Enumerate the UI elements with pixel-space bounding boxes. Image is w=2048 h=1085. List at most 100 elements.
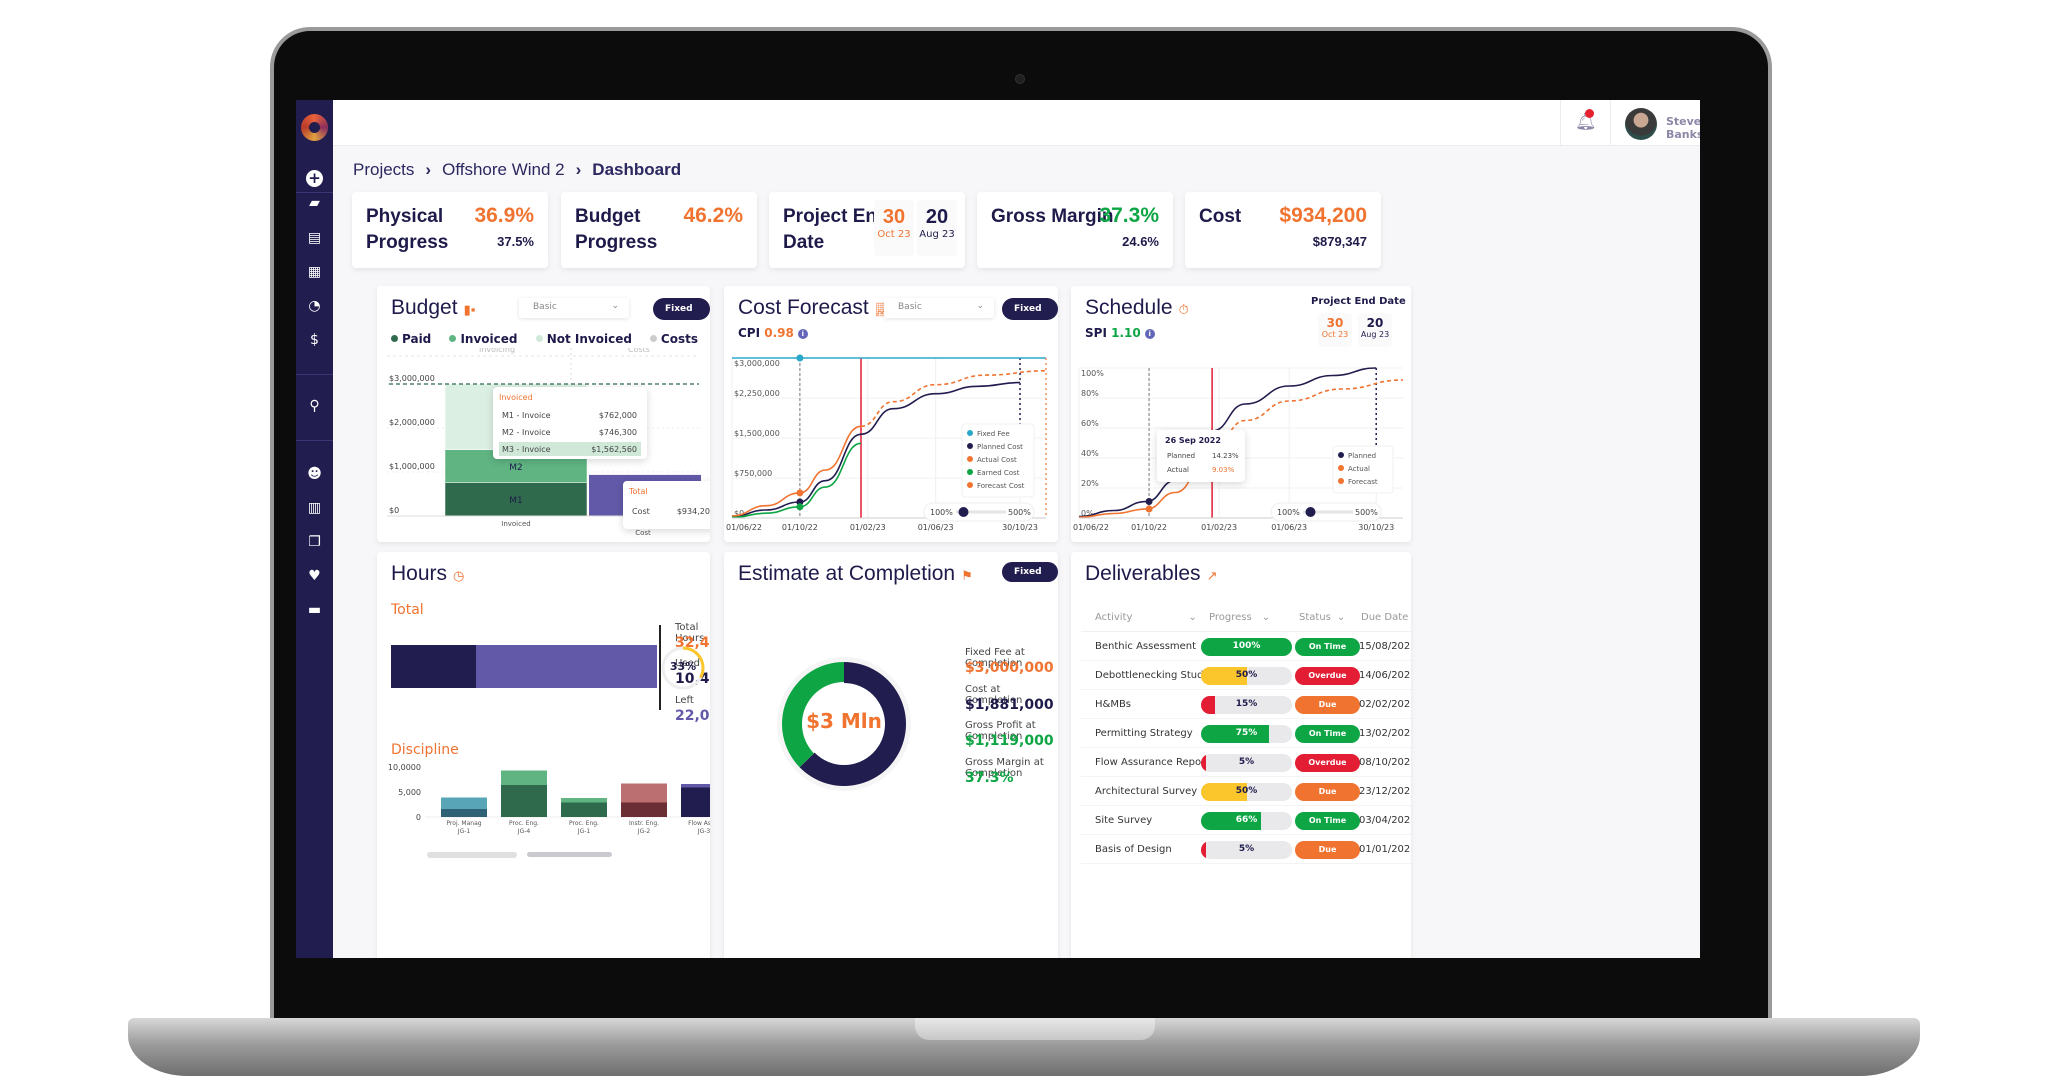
info-icon[interactable]: i (797, 329, 808, 339)
zoom-handle[interactable] (958, 507, 969, 517)
dropdown-value: Basic (898, 302, 922, 312)
eac-cost-value: $1,881,000 (965, 697, 1054, 713)
column-due-date[interactable]: Due Date⌄ (1361, 612, 1411, 623)
table-row[interactable]: Benthic Assessment 100% On Time 15/08/20… (1081, 632, 1411, 661)
table-row[interactable]: Architectural Survey 50% Due 23/12/2022 (1081, 777, 1411, 806)
status-badge: Overdue (1295, 754, 1360, 772)
zoom-handle[interactable] (1305, 507, 1316, 517)
x-tick-label: Invoiced (501, 520, 530, 528)
calendar-icon[interactable]: ▦ (306, 264, 323, 281)
y-tick-label: $1,000,000 (389, 462, 435, 471)
breadcrumb-project[interactable]: Offshore Wind 2 (442, 160, 565, 179)
building-icon[interactable]: ▥ (306, 500, 323, 517)
avatar[interactable] (1625, 108, 1657, 140)
kpi-project-end-date[interactable]: Project End Date 30 Oct 23 20 Aug 23 (769, 192, 965, 268)
horizontal-scrollbar[interactable] (527, 852, 612, 857)
table-row[interactable]: Site Survey 66% On Time 03/04/2023 (1081, 806, 1411, 835)
fixed-fee-badge[interactable]: Fixed Fee (653, 298, 710, 336)
table-row[interactable]: H&MBs 15% Due 02/02/2023 (1081, 690, 1411, 719)
legend-not-invoiced[interactable]: Not Invoiced (535, 332, 632, 346)
breadcrumb-projects[interactable]: Projects (353, 160, 414, 179)
y-tick-label: 5,000 (398, 788, 421, 797)
status-badge: On Time (1295, 725, 1360, 743)
sidebar: + ▰ ▤ ▦ ◔ $ ⚲ ☻ ▥ ❐ ♥ ▬ (296, 100, 333, 958)
topbar-divider (1560, 100, 1561, 146)
top-bar: 🔔︎ Steve Banks (333, 100, 1700, 146)
table-row[interactable]: Flow Assurance Report 5% Overdue 08/10/2… (1081, 748, 1411, 777)
kpi-gross-margin[interactable]: Gross Margin 37.3% 24.6% (977, 192, 1173, 268)
planned-end-date: 30 Oct 23 (874, 200, 914, 256)
discipline-bar-used (501, 785, 547, 817)
date-month: Aug 23 (1360, 330, 1390, 339)
x-tick-label: 01/02/23 (1201, 523, 1237, 532)
progress-bar: 50% (1201, 783, 1292, 801)
legend-label: Forecast Cost (977, 482, 1025, 490)
notification-badge (1585, 109, 1594, 118)
kpi-value: $934,200 (1279, 204, 1367, 227)
clock-icon: ◷ (453, 568, 465, 583)
table-row[interactable]: Debottlenecking Study 50% Overdue 14/06/… (1081, 661, 1411, 690)
date-month: Oct 23 (877, 229, 911, 240)
discipline-label: Discipline (391, 742, 459, 758)
budget-view-dropdown[interactable]: Basic ⌄ (519, 298, 629, 318)
hours-title: Hours (391, 562, 448, 585)
discipline-bar-used (681, 787, 710, 817)
document-icon[interactable]: ▤ (306, 230, 323, 247)
total-label: Total (391, 602, 424, 618)
user-name[interactable]: Steve Banks (1666, 115, 1700, 141)
sticky-note-icon[interactable]: ▰ (306, 195, 323, 212)
activity-name: H&MBs (1095, 699, 1132, 710)
kpi-value: 37.3% (1099, 204, 1159, 227)
table-row[interactable]: Basis of Design 5% Due 01/01/2023 (1081, 835, 1411, 864)
scroll-indicator[interactable] (427, 852, 517, 858)
user-search-icon[interactable]: ⚲ (306, 398, 323, 415)
legend-invoiced[interactable]: Invoiced (449, 332, 518, 346)
legend-costs[interactable]: Costs (649, 332, 698, 346)
section-label: Costs (628, 348, 650, 354)
add-icon[interactable]: + (306, 170, 323, 187)
eac-center-value: $3 Mln (806, 709, 882, 733)
budget-title: Budget (391, 296, 458, 319)
tooltip-value: 9.03% (1212, 466, 1235, 474)
folder-icon[interactable]: ▬ (306, 602, 323, 619)
windows-icon[interactable]: ❐ (306, 534, 323, 551)
cpi-value: 0.98 (764, 326, 794, 340)
legend-label: Planned Cost (977, 443, 1023, 451)
invoice-dollar-icon[interactable]: $ (306, 332, 323, 349)
tooltip-label: Cost (632, 507, 650, 516)
activity-name: Permitting Strategy (1095, 728, 1193, 739)
info-icon[interactable]: i (1144, 329, 1155, 339)
progress-bar: 100% (1201, 638, 1292, 656)
table-row[interactable]: Permitting Strategy 75% On Time 13/02/20… (1081, 719, 1411, 748)
logo-icon[interactable] (301, 114, 328, 141)
cost-tooltip: Total Cost $934,200 (623, 481, 710, 529)
legend-paid[interactable]: Paid (391, 332, 431, 346)
legend-label: Earned Cost (977, 469, 1020, 477)
marker-actual (1145, 505, 1153, 513)
kpi-physical-progress[interactable]: Physical Progress 36.9% 37.5% (352, 192, 548, 268)
due-date: 03/04/2023 (1359, 815, 1411, 826)
legend-dot (967, 443, 973, 449)
x-tick-label: JG-4 (517, 828, 531, 835)
team-icon[interactable]: ☻ (306, 466, 323, 483)
fixed-fee-badge[interactable]: Fixed Fee (1002, 298, 1058, 336)
column-status[interactable]: Status ⌄ (1299, 612, 1345, 623)
kpi-cost[interactable]: Cost $934,200 $879,347 (1185, 192, 1381, 268)
y-tick-label: 0 (416, 813, 421, 822)
cost-forecast-view-dropdown[interactable]: Basic ⌄ (884, 298, 994, 318)
handshake-icon[interactable]: ♥ (306, 568, 323, 585)
column-progress[interactable]: Progress ⌄ (1209, 612, 1270, 623)
date-month: Aug 23 (919, 229, 955, 240)
chevron-right-icon: › (425, 160, 432, 179)
budget-card: Budget ▮▪ Basic ⌄ Fixed Fee Paid Invoiced … (377, 286, 710, 542)
pie-report-icon[interactable]: ◔ (306, 298, 323, 315)
y-tick-label: 40% (1081, 449, 1099, 458)
activity-name: Flow Assurance Report (1095, 757, 1210, 768)
legend-label: Actual (1348, 465, 1370, 473)
column-activity[interactable]: Activity ⌄ (1095, 612, 1197, 623)
x-tick-label: 01/06/23 (1271, 523, 1307, 532)
chevron-down-icon: ⌄ (1261, 612, 1271, 623)
external-link-icon[interactable]: ↗ (1207, 568, 1218, 583)
kpi-budget-progress[interactable]: Budget Progress 46.2% (561, 192, 757, 268)
fixed-fee-badge[interactable]: Fixed Fee (1002, 562, 1058, 597)
